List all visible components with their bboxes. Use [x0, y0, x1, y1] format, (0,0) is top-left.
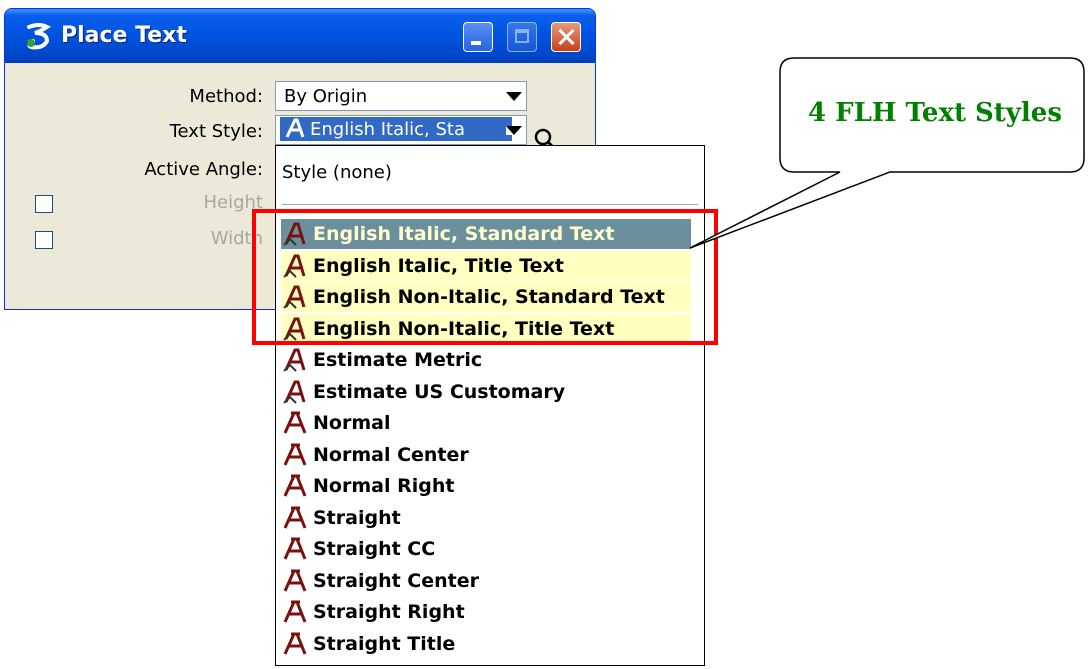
text-style-italic-icon	[283, 380, 306, 404]
dropdown-item[interactable]: Estimate US Customary	[281, 377, 691, 407]
dropdown-item-label: Straight CC	[313, 538, 436, 560]
width-checkbox[interactable]	[35, 231, 53, 249]
text-style-icon	[283, 506, 307, 529]
dropdown-item[interactable]: Normal Center	[281, 440, 691, 470]
text-style-italic-icon	[283, 348, 306, 372]
text-style-icon	[283, 632, 307, 655]
active-angle-label: Active Angle:	[144, 159, 263, 180]
text-style-icon	[283, 600, 307, 623]
dropdown-item[interactable]: Straight CC	[281, 534, 691, 564]
dropdown-item[interactable]: Straight Center	[281, 566, 691, 596]
title-bar[interactable]: Place Text	[5, 9, 595, 63]
minimize-button[interactable]	[463, 22, 493, 52]
app-icon	[27, 23, 51, 50]
text-style-italic-icon	[285, 118, 305, 138]
callout-text: 4 FLH Text Styles	[808, 98, 1062, 128]
dropdown-item[interactable]: Straight Right	[281, 597, 691, 627]
method-select[interactable]: By Origin	[275, 81, 527, 111]
dropdown-item-label: Normal	[313, 412, 391, 434]
dropdown-item-label: Estimate Metric	[313, 349, 483, 371]
text-style-icon	[283, 474, 307, 497]
method-value: By Origin	[284, 86, 368, 107]
height-label: Height	[203, 192, 263, 213]
dropdown-item[interactable]: Normal	[281, 408, 691, 438]
dropdown-item-label: Straight Right	[313, 601, 465, 623]
text-style-value: English Italic, Sta	[280, 117, 512, 141]
dropdown-item[interactable]: Straight Title	[281, 629, 691, 659]
chevron-down-icon[interactable]	[506, 126, 522, 135]
text-style-select[interactable]: English Italic, Sta	[275, 115, 527, 145]
dropdown-item-label: Straight Center	[313, 569, 479, 592]
dropdown-item-label: Normal Right	[313, 475, 455, 497]
text-style-icon	[283, 443, 307, 466]
highlight-box	[252, 209, 718, 345]
style-none-option[interactable]: Style (none)	[282, 162, 392, 183]
dropdown-item-label: Estimate US Customary	[313, 380, 566, 403]
height-checkbox[interactable]	[35, 195, 53, 213]
close-button[interactable]	[551, 22, 581, 52]
chevron-down-icon[interactable]	[506, 92, 522, 101]
dropdown-item-label: Straight	[313, 506, 401, 529]
width-label: Width	[210, 228, 263, 249]
dropdown-item[interactable]: Normal Right	[281, 471, 691, 501]
text-style-label: Text Style:	[169, 121, 263, 142]
method-label: Method:	[189, 86, 263, 107]
dropdown-item-label: Straight Title	[313, 632, 456, 655]
text-style-icon	[283, 537, 307, 560]
dropdown-item-label: Normal Center	[313, 443, 469, 466]
maximize-button[interactable]	[507, 22, 537, 52]
text-style-icon	[283, 569, 307, 592]
dropdown-item[interactable]: Estimate Metric	[281, 345, 691, 375]
dropdown-item[interactable]: Straight	[281, 503, 691, 533]
dropdown-separator	[282, 204, 698, 206]
text-style-icon	[283, 411, 307, 434]
window-title: Place Text	[61, 23, 187, 48]
